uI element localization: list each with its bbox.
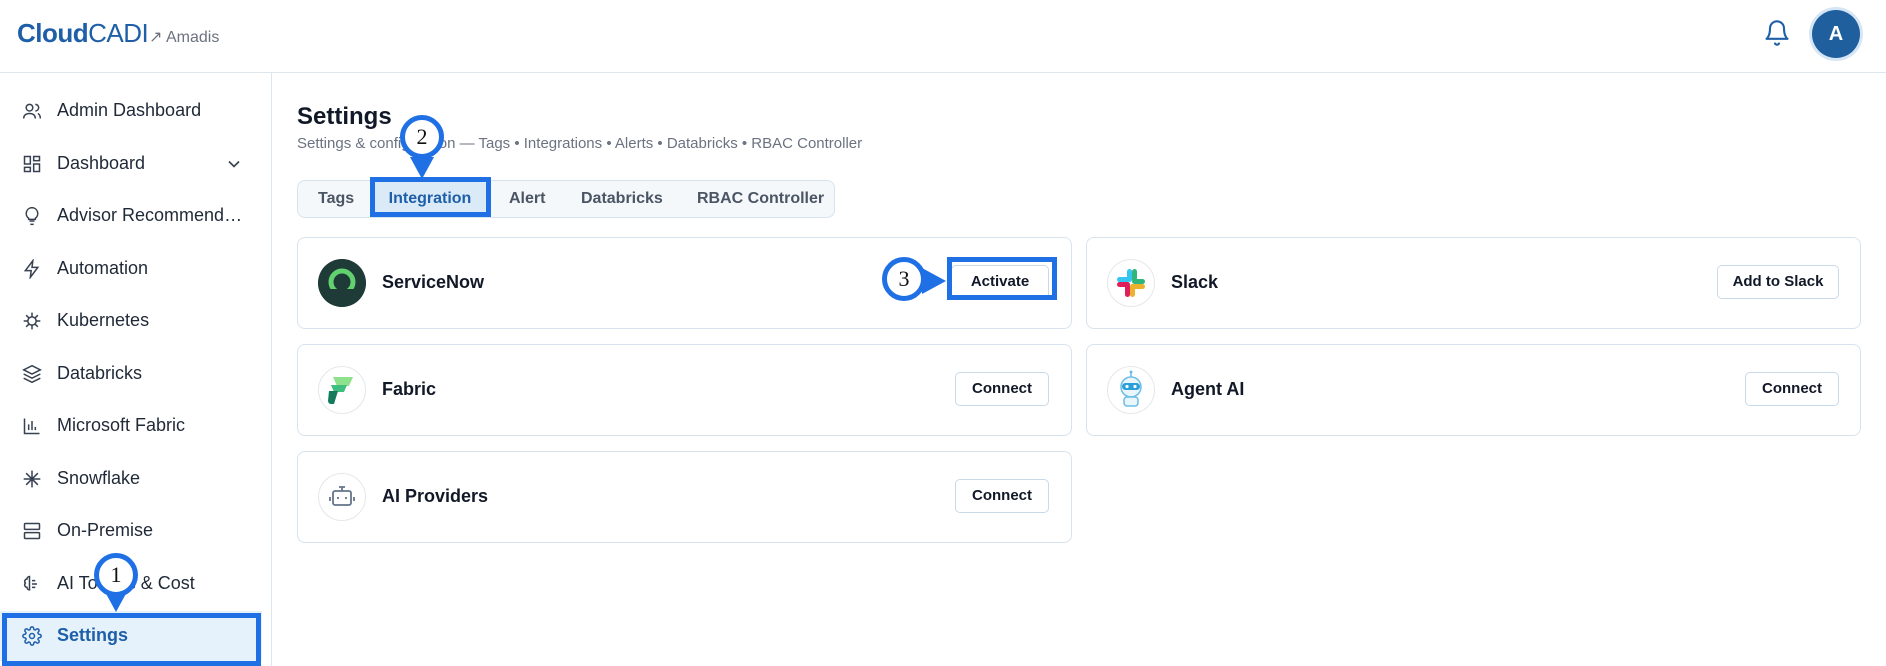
- add-to-slack-button[interactable]: Add to Slack: [1717, 265, 1839, 299]
- integration-card-agent-ai: Agent AI Connect: [1086, 344, 1861, 436]
- integration-name: ServiceNow: [382, 272, 485, 292]
- sidebar-item-label: Kubernetes: [57, 310, 150, 330]
- sidebar-item-kubernetes[interactable]: Kubernetes: [0, 296, 262, 346]
- tab-alert[interactable]: Alert: [509, 181, 545, 217]
- integration-name: AI Providers: [382, 486, 489, 506]
- sidebar-item-dashboard[interactable]: Dashboard: [0, 139, 262, 189]
- highlight-integration-tab: [370, 177, 491, 217]
- servicenow-logo-icon: [318, 259, 366, 307]
- integration-name: Agent AI: [1171, 379, 1245, 399]
- chevron-down-icon[interactable]: [224, 154, 244, 174]
- highlight-activate-button: [947, 257, 1057, 300]
- integration-name: Fabric: [382, 379, 437, 399]
- helm-icon: [23, 312, 41, 330]
- sidebar-item-label: On-Premise: [57, 520, 154, 540]
- integration-card-fabric: Fabric Connect: [297, 344, 1072, 436]
- org-switcher[interactable]: ↗ Amadis: [149, 27, 219, 47]
- connect-button[interactable]: Connect: [955, 479, 1049, 513]
- sidebar-item-microsoft-fabric[interactable]: Microsoft Fabric: [0, 401, 262, 451]
- bolt-icon: [23, 259, 40, 279]
- sidebar-item-databricks[interactable]: Databricks: [0, 349, 262, 399]
- app-logo[interactable]: CloudCADI: [17, 18, 149, 49]
- server-icon: [23, 522, 41, 540]
- users-icon: [22, 103, 42, 119]
- connect-button[interactable]: Connect: [1745, 372, 1839, 406]
- integration-card-ai-providers: AI Providers Connect: [297, 451, 1072, 543]
- top-header: CloudCADI ↗ Amadis A: [0, 0, 1886, 73]
- marker-pointer-icon: [410, 157, 434, 179]
- connect-button[interactable]: Connect: [955, 372, 1049, 406]
- sidebar-item-label: AI Tokens & Cost: [57, 573, 195, 593]
- snowflake-icon: [23, 470, 41, 488]
- tab-databricks[interactable]: Databricks: [581, 181, 663, 217]
- highlight-settings: [2, 613, 261, 666]
- lightbulb-icon: [25, 206, 39, 226]
- sidebar-item-admin-dashboard[interactable]: Admin Dashboard: [0, 86, 262, 136]
- sidebar-item-label: Microsoft Fabric: [57, 415, 186, 435]
- sidebar-item-automation[interactable]: Automation: [0, 244, 262, 294]
- sidebar-item-label: Advisor Recommendations: [57, 205, 243, 225]
- robot-icon: [318, 473, 366, 521]
- sidebar-item-advisor[interactable]: Advisor Recommendations: [0, 191, 262, 241]
- grid-icon: [23, 155, 41, 173]
- sidebar-item-label: Admin Dashboard: [57, 100, 202, 120]
- integration-card-slack: Slack Add to Slack: [1086, 237, 1861, 329]
- tab-tags[interactable]: Tags: [318, 181, 354, 217]
- slack-logo-icon: [1107, 259, 1155, 307]
- sidebar-item-label: Dashboard: [57, 153, 146, 173]
- layers-icon: [22, 364, 42, 384]
- sidebar-item-snowflake[interactable]: Snowflake: [0, 454, 262, 504]
- bell-icon[interactable]: [1763, 19, 1791, 47]
- sidebar-item-label: Databricks: [57, 363, 143, 383]
- fabric-logo-icon: [318, 366, 366, 414]
- avatar[interactable]: A: [1812, 10, 1860, 58]
- page-subtitle: Settings & configuration — Tags • Integr…: [297, 135, 863, 152]
- sidebar-item-on-premise[interactable]: On-Premise: [0, 506, 262, 556]
- integration-name: Slack: [1171, 272, 1219, 292]
- agent-ai-logo-icon: [1107, 366, 1155, 414]
- page-title: Settings: [297, 103, 392, 130]
- brain-icon: [23, 575, 37, 591]
- sidebar-item-label: Automation: [57, 258, 149, 278]
- tab-rbac-controller[interactable]: RBAC Controller: [697, 181, 824, 217]
- sidebar-item-label: Snowflake: [57, 468, 141, 488]
- bar-chart-icon: [23, 418, 40, 435]
